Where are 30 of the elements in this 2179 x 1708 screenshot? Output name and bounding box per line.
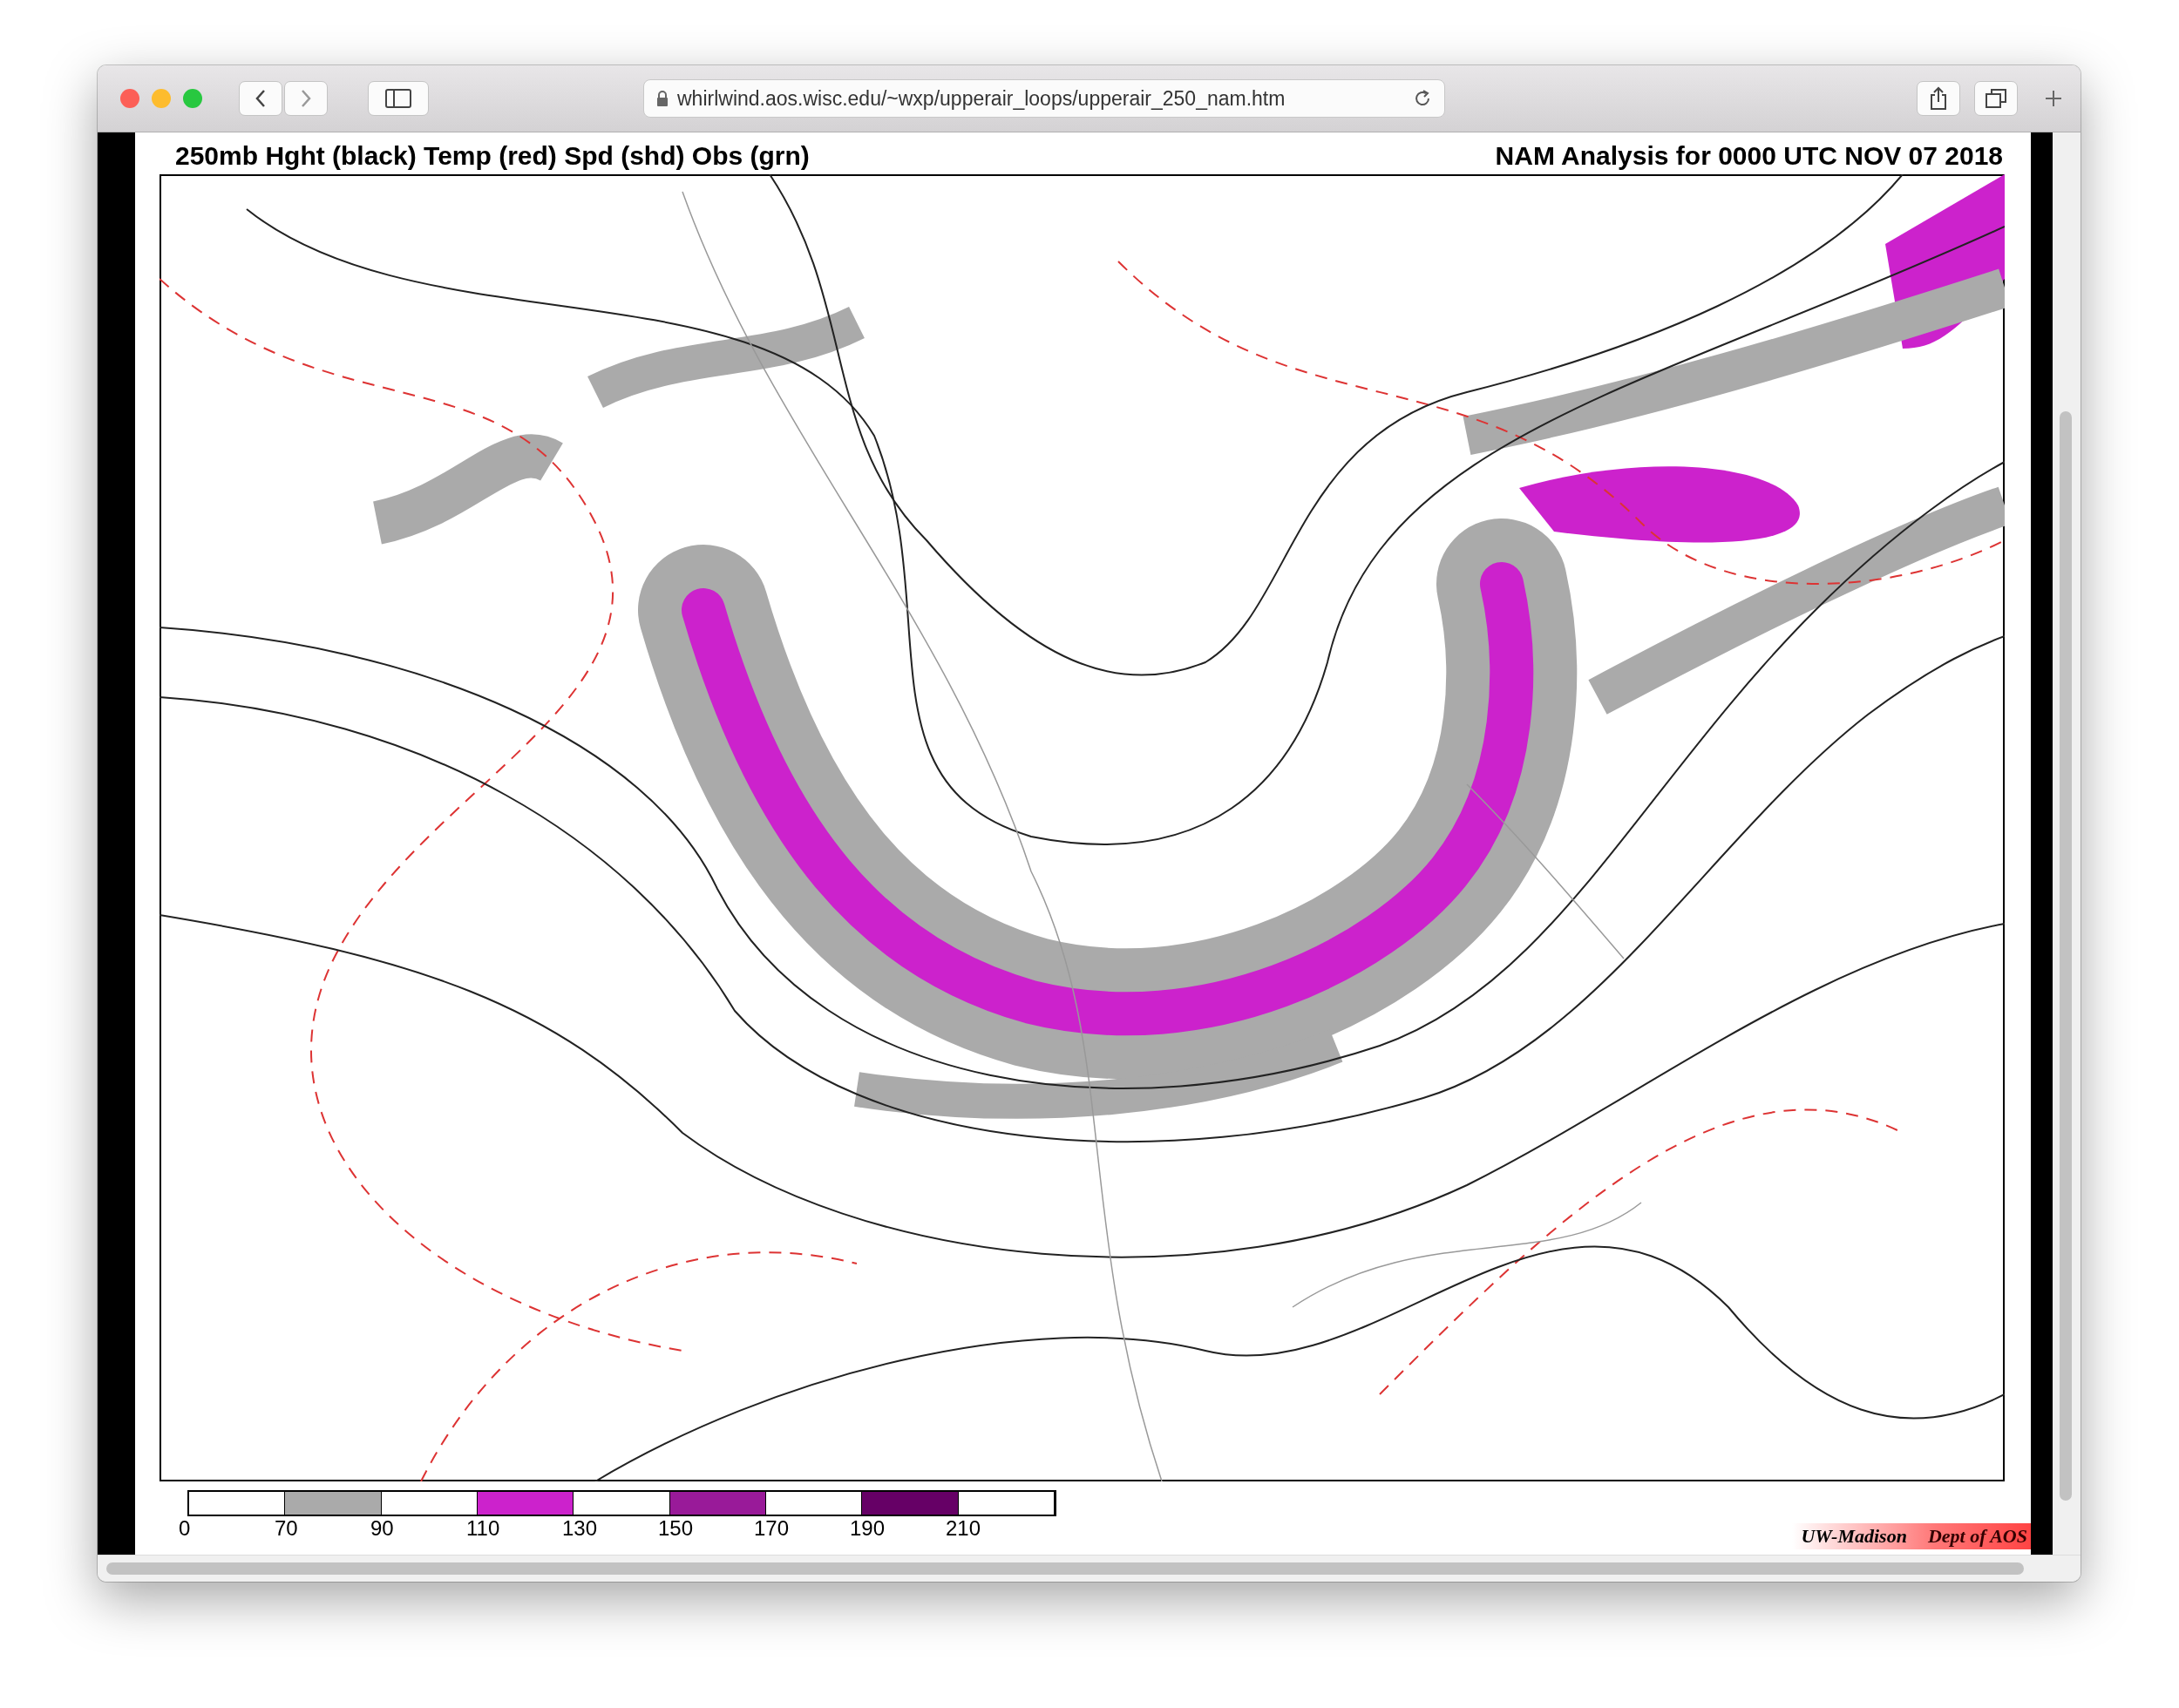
sidebar-button[interactable] <box>368 81 429 116</box>
scale-label: 170 <box>754 1516 791 1541</box>
scale-label: 150 <box>658 1516 695 1541</box>
scale-label: 70 <box>275 1516 299 1541</box>
credit-text: Dept of AOS <box>1927 1525 2027 1548</box>
share-button[interactable] <box>1917 81 1960 116</box>
chevron-left-icon <box>255 89 267 108</box>
sidebar-icon <box>385 89 411 108</box>
tabs-icon <box>1985 88 2007 109</box>
scale-label: 110 <box>466 1516 501 1541</box>
vertical-scrollbar[interactable] <box>2053 132 2081 1555</box>
scale-label: 0 <box>179 1516 192 1541</box>
map-title: 250mb Hght (black) Temp (red) Spd (shd) Obs (grn) <box>175 141 810 171</box>
reload-icon[interactable] <box>1413 89 1432 108</box>
close-button[interactable] <box>120 89 139 108</box>
scale-label: 130 <box>562 1516 599 1541</box>
credit-text: UW-Madison <box>1801 1525 1907 1548</box>
back-button[interactable] <box>239 81 282 116</box>
new-tab-icon[interactable] <box>2044 89 2063 108</box>
share-icon <box>1929 86 1948 111</box>
url-text: whirlwind.aos.wisc.edu/~wxp/upperair_loops/upperair_250_nam.htm <box>677 86 1286 111</box>
address-bar[interactable]: whirlwind.aos.wisc.edu/~wxp/upperair_loops/upperair_250_nam.htm <box>643 79 1445 118</box>
map-subtitle: NAM Analysis for 0000 UTC NOV 07 2018 <box>1495 141 2003 171</box>
lock-icon <box>656 91 669 106</box>
horizontal-scrollbar[interactable] <box>98 1555 2081 1582</box>
scale-label: 190 <box>850 1516 886 1541</box>
tabs-button[interactable] <box>1974 81 2018 116</box>
scale-label: 210 <box>946 1516 982 1541</box>
scale-label: 90 <box>370 1516 395 1541</box>
chevron-right-icon <box>300 89 312 108</box>
